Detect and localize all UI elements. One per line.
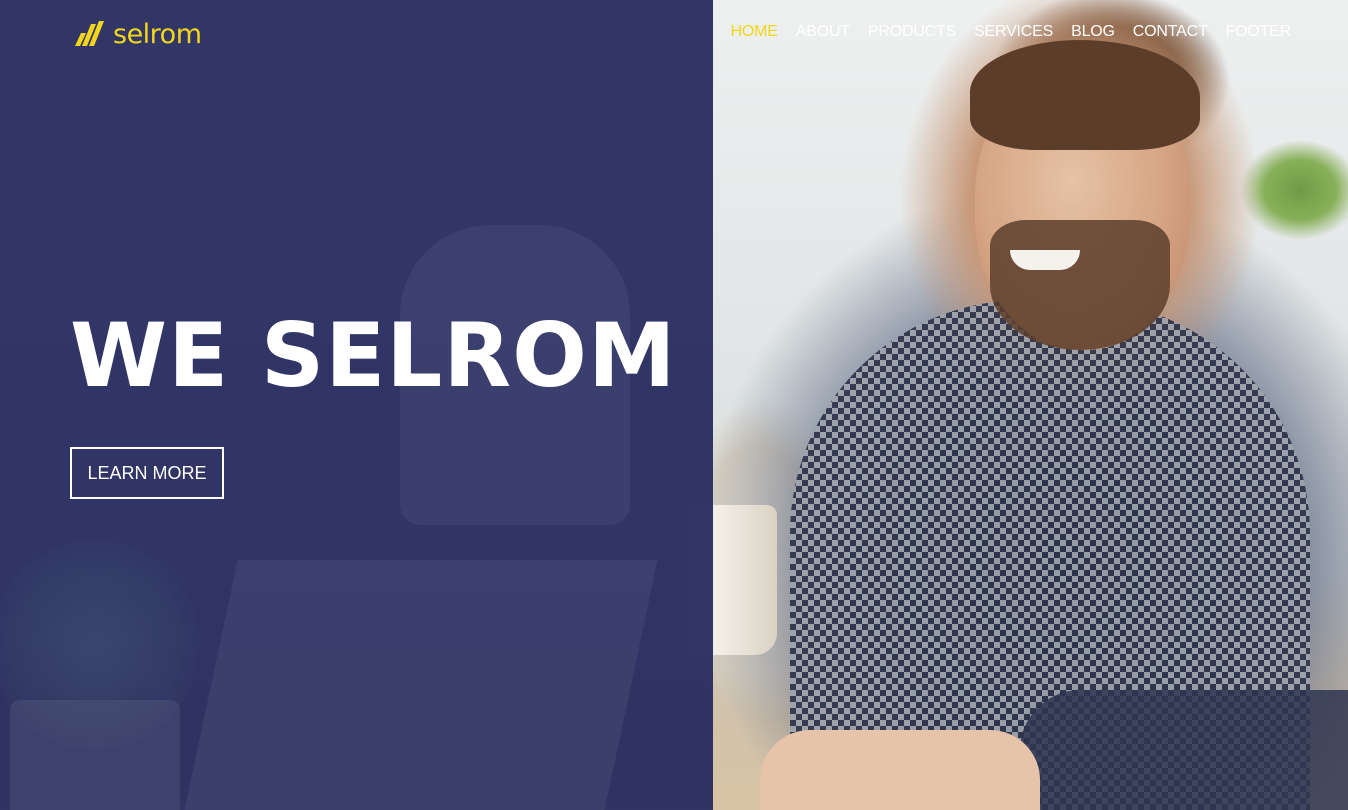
man-hair-image [970, 40, 1200, 150]
man-beard-image [990, 220, 1170, 350]
brand-name: selrom [113, 18, 202, 50]
man-hand-image [760, 730, 1040, 810]
slash-bars-icon [75, 21, 104, 46]
landing-page: selrom HOME ABOUT PRODUCTS SERVICES BLOG… [0, 0, 1348, 810]
nav-item-products[interactable]: PRODUCTS [868, 23, 956, 41]
nav-item-contact[interactable]: CONTACT [1133, 23, 1208, 41]
nav-item-blog[interactable]: BLOG [1071, 23, 1115, 41]
main-navigation: HOME ABOUT PRODUCTS SERVICES BLOG CONTAC… [731, 23, 1292, 41]
man-smile-image [1010, 250, 1080, 270]
nav-item-about[interactable]: ABOUT [796, 23, 850, 41]
plant-pot-shape [10, 700, 180, 810]
hero-title: WE SELROM [70, 304, 677, 407]
nav-item-services[interactable]: SERVICES [974, 23, 1053, 41]
laptop-shape [182, 560, 658, 810]
nav-item-home[interactable]: HOME [731, 23, 778, 41]
nav-item-footer[interactable]: FOOTER [1226, 23, 1292, 41]
brand-logo[interactable]: selrom [73, 16, 202, 52]
learn-more-button[interactable]: LEARN MORE [70, 447, 224, 499]
man-arm-image [1020, 690, 1348, 810]
